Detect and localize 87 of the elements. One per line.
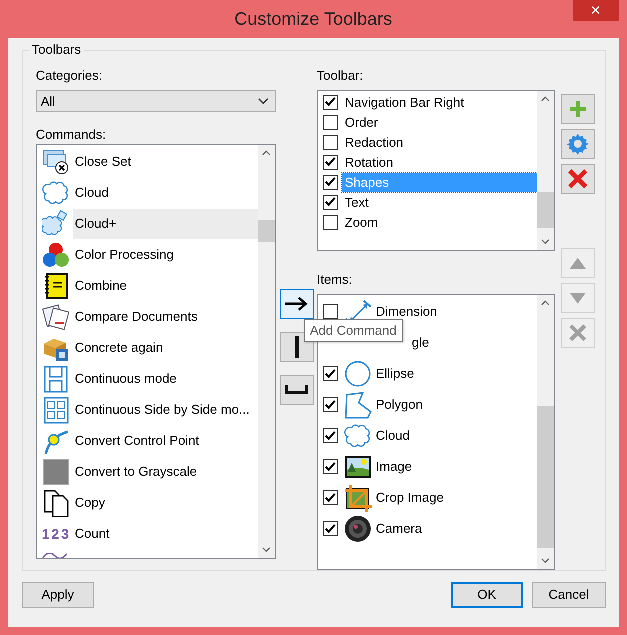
- checkbox[interactable]: [323, 214, 338, 230]
- item-label[interactable]: Polygon: [376, 397, 423, 412]
- monitor-close-icon: [42, 148, 70, 176]
- command-item[interactable]: Color Processing: [73, 240, 258, 270]
- cloud-icon: [42, 178, 70, 206]
- command-item[interactable]: Compare Documents: [73, 302, 258, 332]
- close-icon: [567, 168, 589, 190]
- item-label[interactable]: Crop Image: [376, 490, 444, 505]
- command-item[interactable]: Close Set: [73, 146, 258, 176]
- command-item[interactable]: Continuous Side by Side mo...: [73, 394, 258, 424]
- apply-button[interactable]: Apply: [22, 582, 94, 608]
- cloud-plus-icon: [42, 210, 70, 238]
- item-label[interactable]: Cloud: [376, 428, 410, 443]
- chevron-down-icon: [258, 98, 270, 104]
- close-icon: [567, 322, 589, 344]
- space-bracket-icon: [284, 385, 309, 395]
- command-item[interactable]: Convert to Grayscale: [73, 456, 258, 486]
- scrollbar[interactable]: [258, 145, 276, 558]
- scroll-thumb[interactable]: [537, 406, 554, 548]
- grid-icon: [42, 396, 70, 424]
- settings-button[interactable]: [561, 129, 595, 159]
- close-button[interactable]: ✕: [573, 0, 619, 21]
- command-item[interactable]: Convert Control Point: [73, 426, 258, 456]
- scrollbar[interactable]: [537, 295, 554, 569]
- checkbox[interactable]: [323, 194, 338, 210]
- categories-dropdown[interactable]: All: [36, 90, 276, 112]
- command-item[interactable]: Cloud+: [73, 208, 258, 238]
- item-label[interactable]: Ellipse: [376, 366, 414, 381]
- item-label[interactable]: Dimension: [376, 304, 438, 319]
- add-command-button[interactable]: [280, 289, 314, 319]
- item-label[interactable]: Image: [376, 459, 412, 474]
- checkbox[interactable]: [323, 134, 338, 150]
- crop-image-icon: [344, 484, 372, 512]
- checkbox[interactable]: [323, 304, 338, 319]
- toolbar-item[interactable]: Zoom: [342, 212, 537, 232]
- toolbar-item[interactable]: Order: [342, 112, 537, 132]
- checkbox[interactable]: [323, 521, 338, 536]
- toolbar-item[interactable]: Rotation: [342, 152, 537, 172]
- cloud-icon: [344, 422, 372, 450]
- plus-icon: [567, 98, 589, 120]
- group-title: Toolbars: [29, 42, 84, 57]
- commands-label: Commands:: [36, 126, 108, 143]
- ok-button[interactable]: OK: [451, 582, 523, 608]
- toolbar-item[interactable]: Text: [342, 192, 537, 212]
- cancel-button[interactable]: Cancel: [532, 582, 606, 608]
- wave-icon: [42, 553, 68, 558]
- tooltip: Add Command: [304, 319, 403, 342]
- command-item[interactable]: Cloud: [73, 178, 258, 208]
- documents-icon: [42, 302, 70, 330]
- count-icon: 1 2 3: [42, 526, 70, 542]
- scrollbar[interactable]: [537, 91, 554, 250]
- polygon-icon: [344, 390, 372, 418]
- pages-icon: [42, 488, 70, 516]
- delete-toolbar-button[interactable]: [561, 164, 595, 194]
- page-layout-icon: [42, 364, 70, 392]
- scroll-thumb[interactable]: [258, 220, 276, 242]
- checkbox[interactable]: [323, 397, 338, 412]
- arrow-right-icon: [284, 297, 310, 311]
- toolbar-item[interactable]: Navigation Bar Right: [342, 92, 537, 112]
- checkbox[interactable]: [323, 459, 338, 474]
- settings-icon: [567, 133, 589, 155]
- toolbar-label: Toolbar:: [317, 67, 364, 84]
- checkbox[interactable]: [323, 490, 338, 505]
- toolbar-item[interactable]: Redaction: [342, 132, 537, 152]
- checkbox[interactable]: [323, 174, 338, 190]
- checkbox[interactable]: [323, 154, 338, 170]
- command-item[interactable]: Count: [73, 518, 258, 548]
- notebook-icon: [42, 272, 70, 300]
- checkbox[interactable]: [323, 114, 338, 130]
- checkbox[interactable]: [323, 94, 338, 110]
- grayscale-square-icon: [42, 458, 70, 486]
- space-button[interactable]: [280, 375, 314, 405]
- categories-label: Categories:: [36, 67, 104, 84]
- ellipse-icon: [344, 360, 372, 388]
- color-circles-icon: [42, 240, 70, 268]
- checkbox[interactable]: [323, 366, 338, 381]
- command-item[interactable]: Combine: [73, 270, 258, 300]
- command-item[interactable]: Copy: [73, 488, 258, 518]
- scroll-thumb[interactable]: [537, 192, 554, 228]
- camera-lens-icon: [344, 514, 372, 542]
- command-item[interactable]: Concrete again: [73, 332, 258, 362]
- item-label[interactable]: Camera: [376, 521, 422, 536]
- items-label: Items:: [317, 271, 354, 288]
- checkbox[interactable]: [323, 428, 338, 443]
- command-item[interactable]: Continuous mode: [73, 364, 258, 394]
- window-title: Customize Toolbars: [234, 8, 392, 30]
- vertical-bar-icon: [294, 336, 299, 358]
